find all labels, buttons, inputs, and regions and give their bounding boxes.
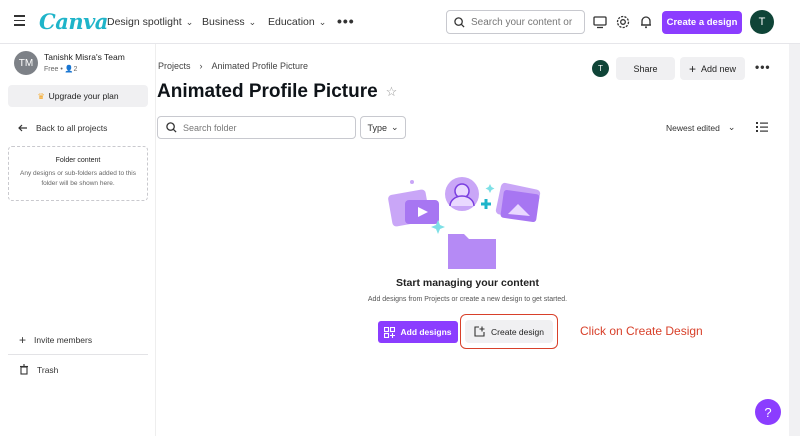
add-new-button[interactable]: + Add new — [680, 57, 745, 80]
star-icon[interactable]: ☆ — [386, 84, 398, 100]
search-placeholder: Search your content or — [471, 16, 573, 28]
back-label: Back to all projects — [36, 123, 108, 133]
empty-state-subtitle: Add designs from Projects or create a ne… — [367, 296, 568, 303]
help-button[interactable]: ? — [755, 399, 781, 425]
owner-avatar[interactable]: T — [592, 60, 609, 77]
chevron-down-icon: ⌄ — [727, 122, 736, 132]
folder-content-title: Folder content — [55, 157, 101, 164]
upgrade-label: Upgrade your plan — [48, 91, 119, 101]
add-designs-button[interactable]: Add designs — [378, 321, 458, 343]
add-new-label: Add new — [700, 63, 737, 74]
plus-icon: + — [19, 333, 27, 347]
plus-icon: + — [688, 61, 696, 76]
canva-logo[interactable]: Canva — [39, 9, 108, 34]
breadcrumb-current: Animated Profile Picture — [211, 61, 309, 71]
nav-design-spotlight[interactable]: Design spotlight ⌄ — [107, 16, 193, 28]
top-bar: Canva Design spotlight ⌄ Business ⌄ Educ… — [0, 0, 800, 44]
folder-content-text: Any designs or sub-folders added to this… — [20, 170, 136, 187]
create-design-button[interactable]: Create design — [465, 320, 553, 343]
chevron-down-icon: ⌄ — [390, 122, 399, 132]
team-plan: Free — [44, 66, 59, 73]
create-a-design-button[interactable]: Create a design — [662, 11, 742, 34]
create-design-label: Create design — [491, 326, 544, 337]
nav-business[interactable]: Business ⌄ — [202, 16, 256, 28]
search-input[interactable]: Search your content or — [446, 10, 585, 34]
team-member-count: 2 — [73, 66, 78, 73]
type-filter-dropdown[interactable]: Type ⌄ — [360, 116, 406, 139]
chevron-down-icon: ⌄ — [248, 16, 257, 27]
nav-label: Design spotlight — [107, 16, 182, 28]
page-title[interactable]: Animated Profile Picture — [157, 81, 378, 103]
divider — [8, 354, 148, 355]
new-design-icon — [474, 326, 485, 337]
bell-icon[interactable] — [638, 14, 654, 30]
gear-icon[interactable] — [615, 14, 631, 30]
scrollbar[interactable] — [789, 44, 800, 436]
list-view-icon[interactable] — [756, 122, 768, 132]
team-name[interactable]: Tanishk Misra's Team — [44, 52, 125, 62]
empty-state-title: Start managing your content — [396, 277, 539, 289]
empty-folder-illustration — [388, 177, 541, 269]
trash-label: Trash — [37, 364, 59, 375]
trash-link[interactable]: Trash — [19, 364, 58, 375]
add-designs-icon — [384, 326, 396, 338]
upgrade-plan-button[interactable]: ♛ Upgrade your plan — [8, 85, 148, 107]
more-nav-icon[interactable]: ••• — [337, 13, 355, 29]
sort-dropdown[interactable]: Newest edited ⌄ — [666, 122, 735, 133]
crown-icon: ♛ — [37, 91, 45, 101]
folder-search-input[interactable]: Search folder — [157, 116, 356, 139]
arrow-left-icon — [18, 124, 27, 132]
chevron-right-icon: › — [199, 61, 203, 71]
invite-label: Invite members — [34, 335, 93, 345]
sort-label: Newest edited — [666, 122, 720, 133]
nav-label: Business — [202, 16, 245, 28]
chevron-down-icon: ⌄ — [318, 16, 327, 27]
trash-icon — [20, 364, 28, 375]
annotation-text: Click on Create Design — [580, 324, 703, 338]
type-label: Type — [367, 122, 387, 133]
breadcrumb: Projects › Animated Profile Picture — [158, 61, 308, 71]
folder-search-placeholder: Search folder — [183, 122, 237, 133]
share-button[interactable]: Share — [616, 57, 675, 80]
folder-content-box: Folder content Any designs or sub-folder… — [8, 146, 148, 201]
nav-label: Education — [268, 16, 315, 28]
team-avatar[interactable]: TM — [14, 51, 38, 75]
desktop-app-icon[interactable] — [592, 14, 608, 30]
search-icon — [454, 16, 465, 28]
user-avatar[interactable]: T — [750, 10, 774, 34]
chevron-down-icon: ⌄ — [185, 16, 194, 27]
breadcrumb-projects[interactable]: Projects — [158, 61, 191, 71]
search-icon — [166, 122, 177, 133]
nav-education[interactable]: Education ⌄ — [268, 16, 326, 28]
invite-members-button[interactable]: + Invite members — [19, 333, 92, 347]
add-designs-label: Add designs — [400, 327, 452, 337]
team-plan-info: Free • 👤2 — [44, 66, 78, 73]
page-title-row: Animated Profile Picture ☆ — [157, 81, 397, 103]
menu-icon[interactable] — [14, 15, 25, 27]
more-options-icon[interactable]: ••• — [755, 60, 771, 74]
back-to-projects-link[interactable]: Back to all projects — [18, 123, 107, 133]
